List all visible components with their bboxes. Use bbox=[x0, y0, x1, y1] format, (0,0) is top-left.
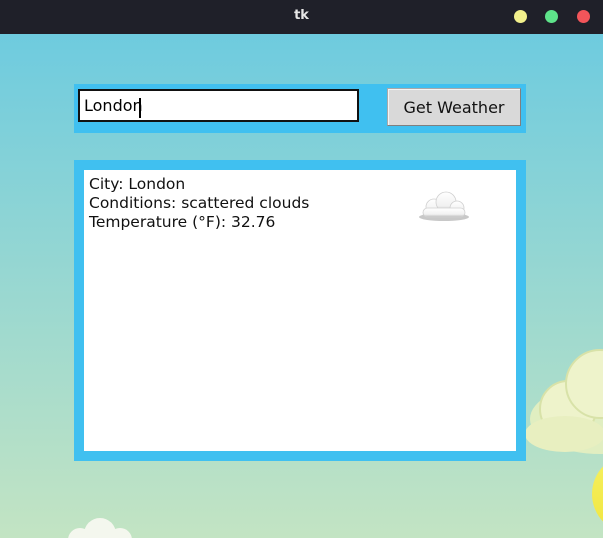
input-frame: Get Weather bbox=[74, 84, 526, 133]
title-bar[interactable]: tk bbox=[0, 0, 603, 34]
app-window: tk London Get Weather City: London Condi… bbox=[0, 0, 603, 538]
conditions-label: Conditions: scattered clouds bbox=[89, 194, 310, 212]
window-title: tk bbox=[294, 8, 309, 23]
temperature-label: Temperature (°F): 32.76 bbox=[89, 213, 276, 231]
close-button[interactable] bbox=[577, 10, 590, 23]
result-frame: City: London Conditions: scattered cloud… bbox=[74, 160, 526, 461]
app-canvas: Get Weather City: London Conditions: sca… bbox=[0, 34, 603, 538]
text-caret bbox=[139, 98, 141, 118]
get-weather-button[interactable]: Get Weather bbox=[387, 88, 521, 126]
city-label: City: London bbox=[89, 175, 186, 193]
cloud-icon bbox=[419, 191, 469, 221]
result-panel: City: London Conditions: scattered cloud… bbox=[84, 170, 516, 451]
minimize-button[interactable] bbox=[514, 10, 527, 23]
maximize-button[interactable] bbox=[545, 10, 558, 23]
city-input[interactable] bbox=[78, 89, 359, 122]
